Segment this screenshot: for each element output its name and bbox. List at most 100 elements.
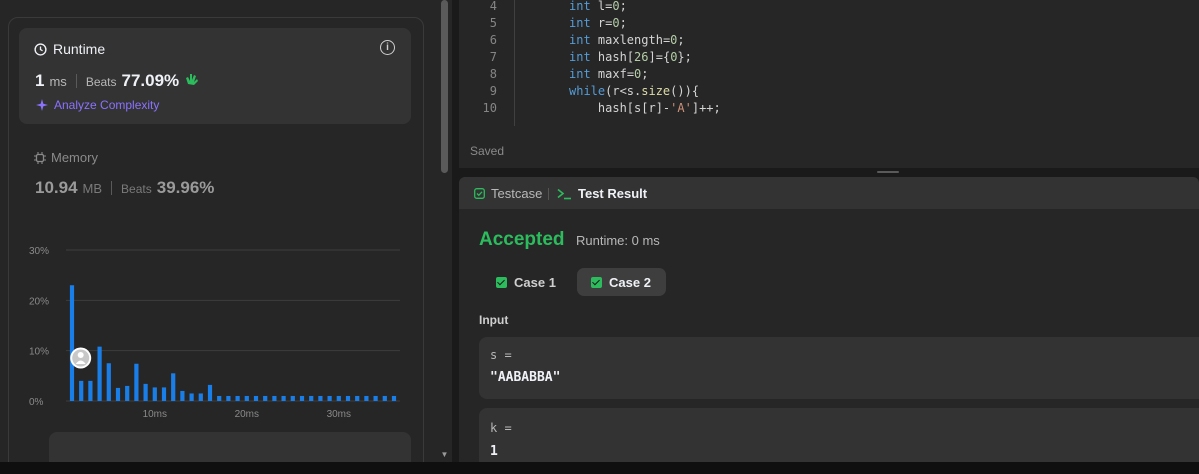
left-scrollbar-thumb[interactable] [441,0,448,173]
chart-bar[interactable] [161,387,167,401]
code-line[interactable]: 9 while(r<s.size()){ [459,84,1199,101]
info-icon[interactable]: i [380,40,395,55]
chart-bar[interactable] [171,373,176,401]
chart-bar[interactable] [226,395,231,401]
chart-bar[interactable] [364,395,369,401]
user-position-avatar[interactable] [70,347,92,369]
chart-bar[interactable] [345,395,351,401]
runtime-beats-label: Beats [85,75,117,89]
runtime-unit: ms [49,74,67,89]
result-status: Accepted [479,229,565,250]
chart-bar[interactable] [290,395,295,401]
code-text: int l=0; [569,0,627,13]
chart-bar[interactable] [97,346,102,401]
analyze-complexity-label: Analyze Complexity [54,98,160,112]
runtime-distribution-chart[interactable]: 30% 20% 10% 0% 10ms 20ms 30ms [20,240,410,425]
chart-bar[interactable] [69,285,75,401]
chart-bar[interactable] [217,395,222,401]
window-bottom-strip [0,462,1199,474]
runtime-value: 1 [35,71,45,90]
chip-icon [34,151,46,164]
runtime-card[interactable]: Runtime i 1 ms Beats 77.09% Analyze Comp… [19,28,411,124]
code-line[interactable]: 7 int hash[26]={0}; [459,50,1199,67]
result-runtime: Runtime: 0 ms [576,233,660,248]
case-2-button[interactable]: Case 2 [577,268,666,296]
memory-beats-label: Beats [121,182,152,196]
input-s-value[interactable]: "AABABBA" [490,370,560,385]
chart-bar[interactable] [327,395,332,401]
line-number: 8 [489,67,497,81]
runtime-title: Runtime [34,41,105,57]
chart-bar[interactable] [281,395,286,401]
code-line[interactable]: 10 hash[s[r]-'A']++; [459,101,1199,118]
y-tick-label: 20% [29,296,49,307]
tab-testcase[interactable]: Testcase [474,186,542,201]
panel-resize-handle[interactable] [877,171,899,173]
tab-test-result-label: Test Result [578,186,648,201]
memory-unit: MB [82,181,103,196]
tab-test-result[interactable]: Test Result [557,186,647,201]
chart-bar[interactable] [88,380,93,401]
checkbox-icon [474,188,485,199]
x-tick-label: 30ms [327,409,351,420]
chart-bar[interactable] [79,380,84,401]
tab-separator [548,188,549,200]
runtime-title-label: Runtime [53,41,106,57]
chart-bar[interactable] [253,395,259,401]
chart-bar[interactable] [272,395,277,401]
check-icon [496,276,507,288]
code-sample-card[interactable] [49,432,411,462]
chart-bar[interactable] [309,395,314,401]
chart-bar[interactable] [318,395,323,401]
clock-icon [34,42,47,56]
chart-bar[interactable] [198,393,203,401]
chart-bar[interactable] [382,395,387,401]
input-s-box: s = "AABABBA" [479,337,1199,399]
line-number: 6 [489,33,497,47]
case-1-button[interactable]: Case 1 [482,268,570,296]
chart-bar[interactable] [106,363,111,401]
analyze-complexity-link[interactable]: Analyze Complexity [35,98,159,112]
y-tick-label: 30% [29,246,49,257]
chart-bar[interactable] [355,395,360,401]
indent-guide [514,0,515,126]
input-k-value[interactable]: 1 [490,444,498,459]
chart-bar[interactable] [189,393,194,401]
chart-bar[interactable] [143,383,148,401]
chart-bar[interactable] [207,384,213,401]
line-number: 10 [482,101,497,115]
stat-separator [111,181,113,195]
clap-icon [186,74,199,85]
check-icon [591,276,602,288]
tab-testcase-label: Testcase [491,186,543,201]
code-line[interactable]: 5 int r=0; [459,16,1199,33]
memory-stats: 10.94 MB Beats 39.96% [35,178,214,198]
line-number: 4 [489,0,497,13]
chart-bar[interactable] [152,387,157,401]
terminal-icon [557,188,571,199]
chart-bar[interactable] [263,395,268,401]
code-line[interactable]: 8 int maxf=0; [459,67,1199,84]
x-tick-label: 10ms [143,409,167,420]
chart-bar[interactable] [125,385,130,401]
input-heading: Input [479,313,509,327]
chart-bar[interactable] [115,387,121,401]
chart-bar[interactable] [235,395,240,401]
runtime-beats-value: 77.09% [121,71,180,90]
chart-bar[interactable] [134,363,139,401]
code-line[interactable]: 4 int l=0; [459,0,1199,16]
code-line[interactable]: 6 int maxlength=0; [459,33,1199,50]
chart-bar[interactable] [391,395,397,401]
chart-bar[interactable] [336,395,341,401]
input-k-name: k = [490,421,512,435]
scroll-down-arrow-icon[interactable]: ▼ [440,450,449,459]
x-tick-label: 20ms [235,409,259,420]
chart-bar[interactable] [299,395,305,401]
code-editor[interactable]: 4 int l=0; 5 int r=0; 6 int maxlength=0; 7 int … [459,0,1199,168]
chart-bar[interactable] [373,395,378,401]
y-tick-label: 10% [29,347,49,358]
chart-bar[interactable] [180,390,185,401]
memory-title[interactable]: Memory [34,150,98,165]
code-text: int maxlength=0; [569,33,685,47]
chart-bar[interactable] [244,395,249,401]
